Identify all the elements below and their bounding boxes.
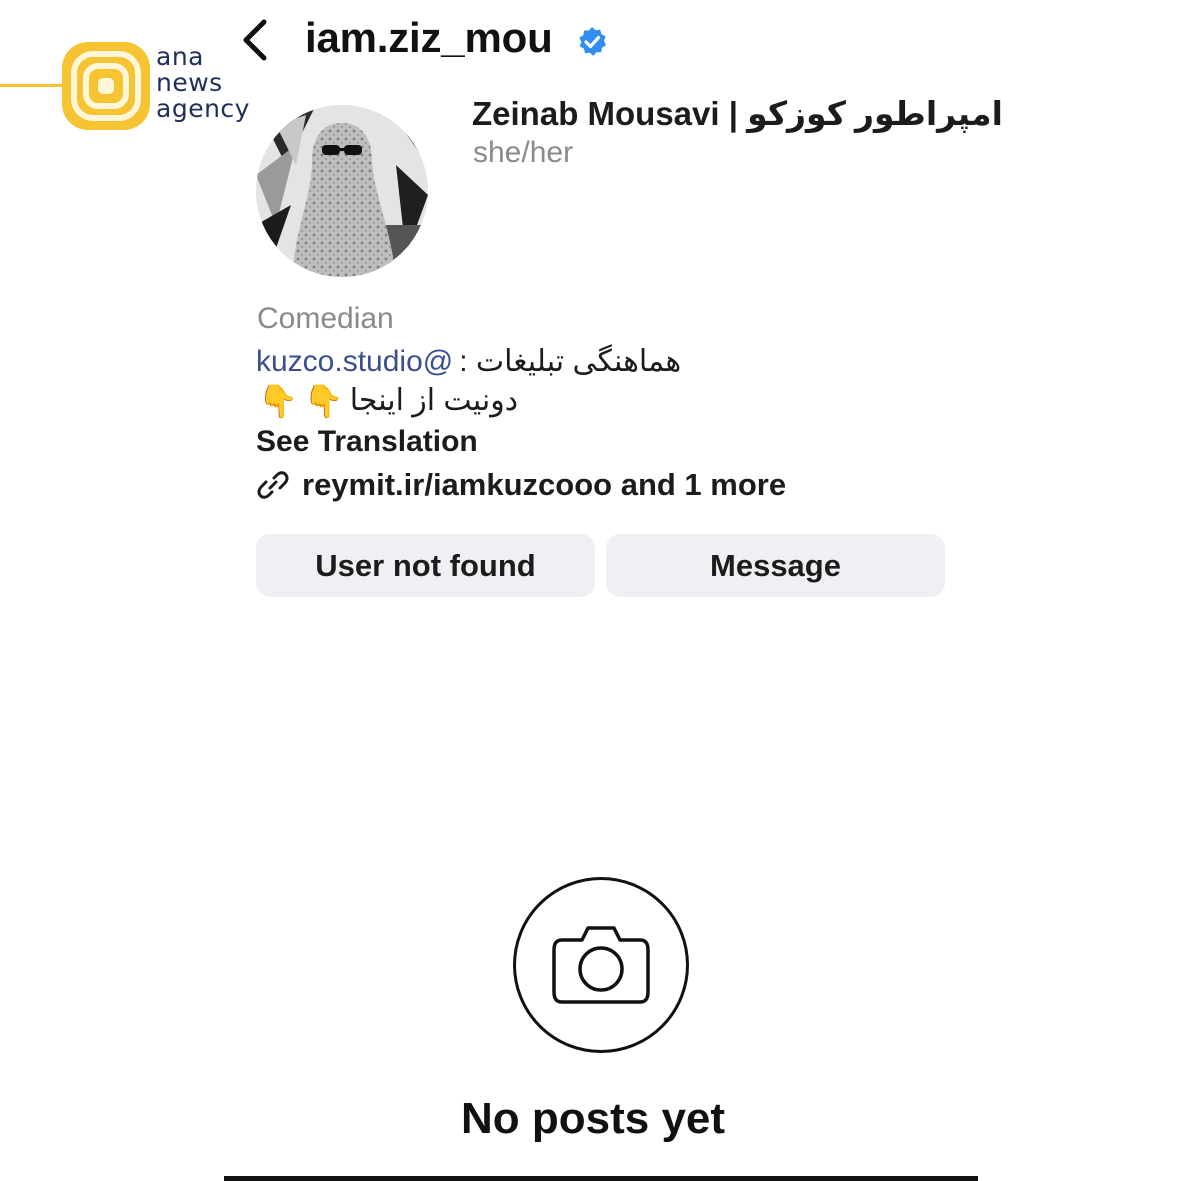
bio-ads-text: هماهنگی تبلیغات : bbox=[459, 345, 682, 378]
home-indicator bbox=[224, 1176, 978, 1181]
link-icon bbox=[257, 471, 289, 499]
bio-line-1: kuzco.studio@ هماهنگی تبلیغات : bbox=[256, 344, 681, 379]
bio-line-2: 👇 👇 دونیت از اینجا bbox=[258, 383, 518, 418]
user-not-found-button[interactable]: User not found bbox=[256, 534, 595, 597]
watermark-line-2: news bbox=[156, 68, 223, 97]
avatar-photo bbox=[256, 105, 428, 277]
bio-handle-link[interactable]: kuzco.studio@ bbox=[256, 345, 453, 379]
bio-donate-text: دونیت از اینجا bbox=[349, 384, 519, 417]
profile-username: iam.ziz_mou bbox=[305, 14, 553, 61]
pointing-down-icon: 👇 bbox=[258, 382, 298, 419]
avatar[interactable] bbox=[256, 105, 428, 277]
pointing-down-icon: 👇 bbox=[303, 382, 344, 419]
verified-badge-icon bbox=[579, 27, 606, 56]
bio-external-link[interactable]: reymit.ir/iamkuzcooo and 1 more bbox=[256, 467, 786, 503]
ana-logo-icon bbox=[62, 42, 150, 130]
display-name: Zeinab Mousavi | امپراطور کوزکو bbox=[472, 95, 1003, 132]
camera-icon bbox=[552, 926, 650, 1004]
profile-category: Comedian bbox=[257, 302, 394, 335]
message-button[interactable]: Message bbox=[606, 534, 945, 597]
chevron-left-icon[interactable] bbox=[236, 16, 276, 64]
bio-link-text: reymit.ir/iamkuzcooo and 1 more bbox=[302, 467, 787, 502]
watermark-line-3: agency bbox=[156, 94, 250, 123]
no-posts-text: No posts yet bbox=[461, 1094, 726, 1143]
pronouns: she/her bbox=[473, 136, 574, 169]
see-translation-link[interactable]: See Translation bbox=[256, 425, 478, 459]
profile-page: ana news agency iam.ziz_mou Zeinab Mousa… bbox=[0, 0, 1181, 1181]
